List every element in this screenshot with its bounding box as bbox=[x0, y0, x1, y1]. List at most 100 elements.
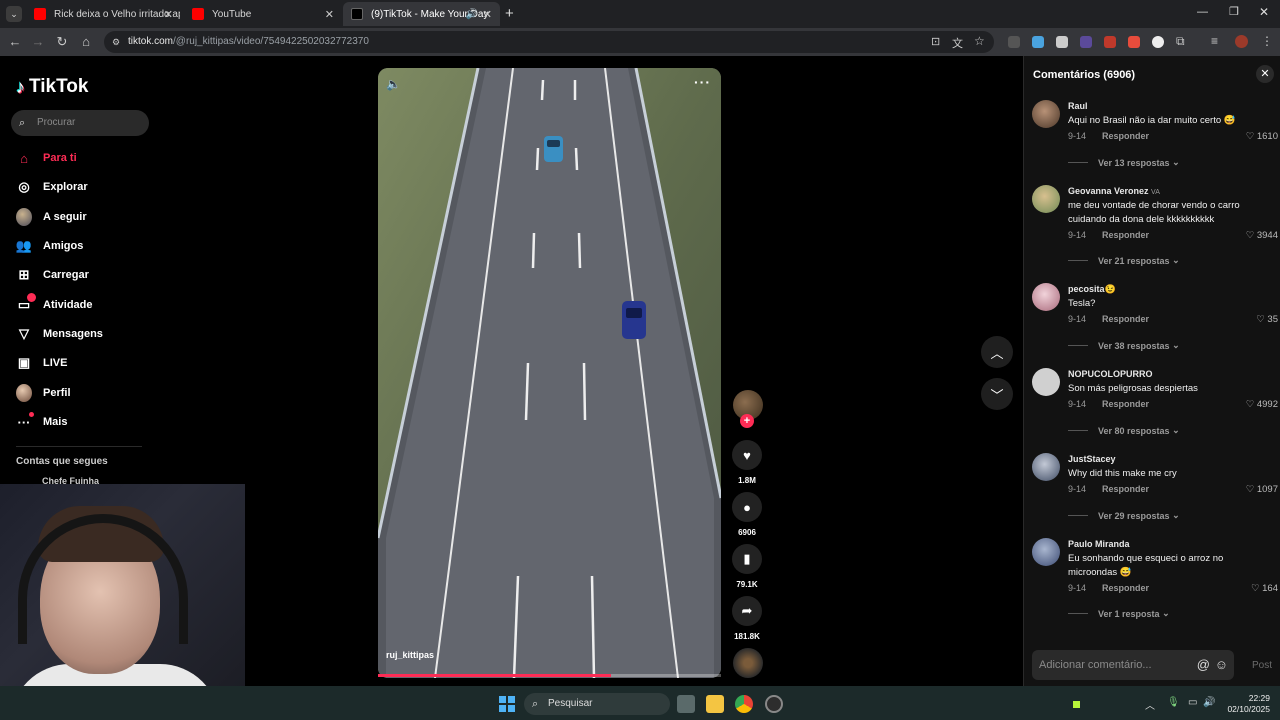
video-progress-bar[interactable] bbox=[378, 674, 721, 677]
sidebar-item-mais[interactable]: ··· Mais bbox=[16, 411, 67, 433]
video-author[interactable]: ruj_kittipas bbox=[386, 650, 434, 660]
reload-button[interactable]: ↻ bbox=[52, 32, 72, 52]
reply-button[interactable]: Responder bbox=[1102, 399, 1149, 409]
sidebar-item-mensagens[interactable]: ▽ Mensagens bbox=[16, 323, 103, 345]
view-replies-button[interactable]: Ver 80 respostas ⌄ bbox=[1068, 425, 1180, 436]
comment-input[interactable]: Adicionar comentário... @ ☺ bbox=[1032, 650, 1234, 680]
extension-icon[interactable] bbox=[1128, 36, 1140, 48]
tiktok-logo[interactable]: ♪ TikTok bbox=[16, 76, 88, 98]
view-replies-button[interactable]: Ver 38 respostas ⌄ bbox=[1068, 340, 1180, 351]
tab-list-button[interactable]: ⌄ bbox=[6, 6, 22, 22]
extension-icon[interactable] bbox=[1080, 36, 1092, 48]
comment-likes[interactable]: ♡ 4992 bbox=[1246, 399, 1278, 410]
comment-author[interactable]: JustStacey bbox=[1068, 454, 1116, 464]
share-icon[interactable]: ➦ bbox=[732, 596, 762, 626]
sidebar-item-para-ti[interactable]: ⌂ Para ti bbox=[16, 147, 77, 169]
new-tab-button[interactable]: + bbox=[505, 5, 514, 22]
close-icon[interactable]: ✕ bbox=[325, 8, 334, 21]
minimize-button[interactable]: — bbox=[1197, 6, 1208, 18]
taskbar-search[interactable]: ⌕ Pesquisar bbox=[524, 693, 670, 715]
profile-avatar[interactable] bbox=[1235, 35, 1248, 48]
microphone-icon[interactable]: 🎙 bbox=[1167, 697, 1180, 708]
view-replies-button[interactable]: Ver 13 respostas ⌄ bbox=[1068, 157, 1180, 168]
chevron-up-icon[interactable]: ︿ bbox=[1145, 697, 1155, 712]
mention-icon[interactable]: @ bbox=[1197, 650, 1210, 680]
extension-icon[interactable] bbox=[1032, 36, 1044, 48]
avatar[interactable] bbox=[1032, 283, 1060, 311]
tab-tiktok[interactable]: (9)TikTok - Make Your Day 🔊 ✕ bbox=[343, 2, 500, 26]
comment-likes[interactable]: ♡ 164 bbox=[1251, 583, 1278, 594]
restore-button[interactable]: ❐ bbox=[1229, 5, 1239, 18]
close-icon[interactable]: ✕ bbox=[483, 8, 492, 21]
avatar[interactable] bbox=[1032, 100, 1060, 128]
comment-author[interactable]: Paulo Miranda bbox=[1068, 539, 1130, 549]
reply-button[interactable]: Responder bbox=[1102, 583, 1149, 593]
site-info-icon[interactable]: ⚙ bbox=[112, 31, 120, 53]
extension-icon[interactable] bbox=[1152, 36, 1164, 48]
tray-app-icon[interactable] bbox=[1073, 701, 1080, 708]
back-button[interactable]: ← bbox=[5, 32, 25, 52]
comment-icon[interactable]: ● bbox=[732, 492, 762, 522]
comment-action[interactable]: ● 6906 bbox=[731, 492, 763, 537]
speaker-icon[interactable]: 🔊 bbox=[466, 9, 478, 20]
heart-icon[interactable]: ♥ bbox=[732, 440, 762, 470]
menu-icon[interactable]: ⋮ bbox=[1261, 34, 1273, 48]
reply-button[interactable]: Responder bbox=[1102, 230, 1149, 240]
reply-button[interactable]: Responder bbox=[1102, 314, 1149, 324]
chrome-icon[interactable] bbox=[735, 695, 753, 713]
forward-button[interactable]: → bbox=[28, 32, 48, 52]
avatar[interactable] bbox=[1032, 368, 1060, 396]
mute-icon[interactable]: 🔈 bbox=[386, 77, 401, 91]
bookmark-star-icon[interactable]: ☆ bbox=[974, 34, 985, 48]
tab-youtube-video[interactable]: Rick deixa o Velho irritado após ✕ bbox=[26, 2, 181, 26]
close-icon[interactable]: ✕ bbox=[1256, 65, 1274, 83]
avatar[interactable] bbox=[1032, 453, 1060, 481]
translate-icon[interactable]: 文 bbox=[952, 35, 963, 51]
volume-icon[interactable]: 🔊 bbox=[1203, 697, 1215, 708]
sidebar-item-explorar[interactable]: ◎ Explorar bbox=[16, 176, 87, 198]
close-window-button[interactable]: ✕ bbox=[1259, 5, 1269, 19]
save-action[interactable]: ▮ 79.1K bbox=[731, 544, 763, 589]
previous-video-button[interactable]: ︿ bbox=[981, 336, 1013, 368]
comment-likes[interactable]: ♡ 35 bbox=[1256, 314, 1278, 325]
music-disc-icon[interactable] bbox=[733, 648, 763, 678]
taskbar-clock[interactable]: 22:29 02/10/2025 bbox=[1222, 693, 1270, 715]
bookmark-icon[interactable]: ▮ bbox=[732, 544, 762, 574]
video-player[interactable] bbox=[378, 68, 721, 678]
close-icon[interactable]: ✕ bbox=[164, 8, 173, 21]
home-button[interactable]: ⌂ bbox=[76, 32, 96, 52]
comment-likes[interactable]: ♡ 3944 bbox=[1246, 230, 1278, 241]
follow-button[interactable]: + bbox=[740, 414, 754, 428]
file-explorer-icon[interactable] bbox=[706, 695, 724, 713]
comment-author[interactable]: NOPUCOLOPURRO bbox=[1068, 369, 1153, 379]
next-video-button[interactable]: ﹀ bbox=[981, 378, 1013, 410]
share-action[interactable]: ➦ 181.8K bbox=[731, 596, 763, 641]
reading-list-icon[interactable]: ≡ bbox=[1211, 34, 1218, 48]
comment-likes[interactable]: ♡ 1097 bbox=[1246, 484, 1278, 495]
search-input[interactable]: ⌕ Procurar bbox=[11, 110, 149, 136]
sidebar-item-atividade[interactable]: ▭ Atividade bbox=[16, 293, 93, 316]
comment-likes[interactable]: ♡ 1610 bbox=[1246, 131, 1278, 142]
extension-icon[interactable] bbox=[1056, 36, 1068, 48]
network-icon[interactable]: ▭ bbox=[1188, 697, 1197, 708]
sidebar-item-carregar[interactable]: ⊞ Carregar bbox=[16, 264, 89, 286]
emoji-icon[interactable]: ☺ bbox=[1215, 650, 1228, 680]
sidebar-item-live[interactable]: ▣ LIVE bbox=[16, 352, 68, 374]
comment-author[interactable]: Raul bbox=[1068, 101, 1088, 111]
comment-author[interactable]: Geovanna Veronez VA bbox=[1068, 186, 1160, 196]
extensions-puzzle-icon[interactable]: ⧉ bbox=[1176, 34, 1185, 49]
sidebar-item-a-seguir[interactable]: A seguir bbox=[16, 206, 87, 228]
extension-icon[interactable] bbox=[1104, 36, 1116, 48]
more-options-icon[interactable]: ··· bbox=[694, 74, 711, 90]
like-action[interactable]: ♥ 1.8M bbox=[731, 440, 763, 485]
address-bar[interactable]: ⚙ tiktok.com/@ruj_kittipas/video/7549422… bbox=[104, 31, 994, 53]
avatar[interactable] bbox=[1032, 538, 1060, 566]
view-replies-button[interactable]: Ver 21 respostas ⌄ bbox=[1068, 255, 1180, 266]
view-replies-button[interactable]: Ver 1 resposta ⌄ bbox=[1068, 608, 1170, 619]
reply-button[interactable]: Responder bbox=[1102, 484, 1149, 494]
extension-icon[interactable] bbox=[1008, 36, 1020, 48]
view-replies-button[interactable]: Ver 29 respostas ⌄ bbox=[1068, 510, 1180, 521]
windows-start-icon[interactable] bbox=[499, 696, 515, 712]
avatar[interactable] bbox=[1032, 185, 1060, 213]
tab-youtube[interactable]: YouTube ✕ bbox=[184, 2, 342, 26]
